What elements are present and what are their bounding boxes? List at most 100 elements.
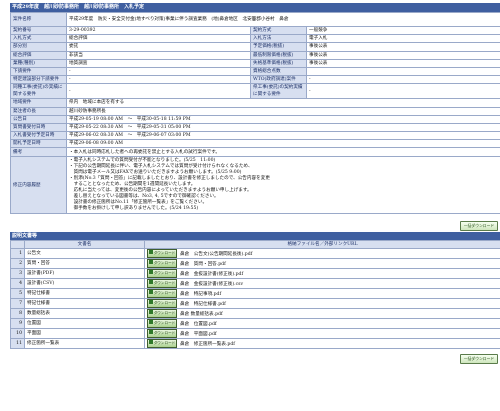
download-icon bbox=[148, 300, 153, 305]
download-label: ダウンロード bbox=[153, 320, 176, 325]
file-link-cell: ダウンロード 鼻倉 公告文(公告期間延長後).pdf bbox=[144, 247, 500, 259]
download-button[interactable]: ダウンロード bbox=[147, 329, 177, 338]
field-value: 総合評価 bbox=[66, 34, 251, 44]
file-name-link[interactable]: 鼻倉 特記仕様書.pdf bbox=[180, 302, 226, 307]
field-label: 同種工事(委託)の実績に関する要件 bbox=[10, 83, 67, 100]
page: 平成29年度 越川砂防事務所 越川砂防事務所 入札予定 案件名称 平成29年度 防… bbox=[10, 3, 500, 365]
download-button[interactable]: ダウンロード bbox=[147, 269, 177, 278]
file-number: 3 bbox=[10, 267, 25, 279]
download-button[interactable]: ダウンロード bbox=[147, 259, 177, 268]
info-row: 発注者の長 越川砂防事務所長 bbox=[10, 106, 500, 116]
info-row: 部分別 委託 予定価格(税抜) 事後公表 bbox=[10, 42, 500, 52]
file-name-link[interactable]: 鼻倉 位置図.pdf bbox=[180, 322, 217, 327]
file-row: 8 数量総括表 ダウンロード 鼻倉 数量総括表.pdf bbox=[10, 307, 500, 319]
file-name-link[interactable]: 鼻倉 金抜設計書(修正後).pdf bbox=[180, 272, 243, 277]
field-value bbox=[305, 66, 500, 77]
file-name-link[interactable]: 鼻倉 特記事項.pdf bbox=[180, 292, 221, 297]
info-row: 開札予定日時 平成29-06-08 09:00 AM bbox=[10, 139, 500, 149]
field-value: - bbox=[305, 75, 500, 85]
field-value: ・本入札は同時応札した者への再委託を禁止とする入札の試行案件です。 bbox=[65, 147, 500, 157]
field-label: 予定価格(税抜) bbox=[250, 42, 307, 52]
info-row: 地域要件 県内 地域に本店を有する bbox=[10, 98, 500, 108]
file-row: 5 特記仕様書 ダウンロード 鼻倉 特記事項.pdf bbox=[10, 287, 500, 299]
download-icon bbox=[148, 250, 153, 255]
info-row: 案件名称 平成29年度 防災・安全交付金(地すべり対策)事業に伴う調査業務 (地)… bbox=[10, 12, 500, 27]
file-name-link[interactable]: 鼻倉 質問・回答.pdf bbox=[180, 262, 226, 267]
files-table: 文書名 格納ファイル名／外部リンクURL 1 公告文 ダウンロード 鼻倉 公告文(公告… bbox=[10, 239, 500, 349]
download-button[interactable]: ダウンロード bbox=[147, 249, 177, 258]
file-name-link[interactable]: 鼻倉 修正箇所一覧表.pdf bbox=[180, 342, 235, 347]
field-label: 公告日 bbox=[10, 114, 67, 124]
field-label: 契約方式 bbox=[250, 25, 307, 36]
file-row: 10 平面図 ダウンロード 鼻倉 平面図.pdf bbox=[10, 327, 500, 339]
file-name-link[interactable]: 鼻倉 数量総括表.pdf bbox=[180, 312, 223, 317]
file-title: 特記仕様書 bbox=[24, 297, 145, 309]
field-label: WTO(政府調達)案件 bbox=[250, 75, 307, 85]
field-value: - bbox=[66, 83, 251, 100]
file-name-link[interactable]: 鼻倉 金抜設計書(修正後).csv bbox=[180, 282, 243, 287]
info-row: 公告日 平成29-05-19 08:00 AM ～ 平成30-05-18 11:5… bbox=[10, 114, 500, 124]
file-title: 設計書(CSV) bbox=[24, 277, 145, 289]
file-number: 11 bbox=[10, 337, 25, 349]
info-row: 業種(種別) 地質調査 失格基準価格(税抜) 事後公表 bbox=[10, 58, 500, 68]
file-title: 修正箇所一覧表 bbox=[24, 337, 145, 349]
info-row: 契約番号 3-29-00392 契約方式 一般競争 bbox=[10, 25, 500, 36]
file-row: 3 設計書(PDF) ダウンロード 鼻倉 金抜設計書(修正後).pdf bbox=[10, 267, 500, 279]
file-title: 数量総括表 bbox=[24, 307, 145, 319]
field-value: 県内 地域に本店を有する bbox=[65, 98, 500, 108]
all-download-button[interactable]: 一括ダウンロード bbox=[460, 220, 498, 231]
file-row: 7 特記仕様書 ダウンロード 鼻倉 特記仕様書.pdf bbox=[10, 297, 500, 309]
all-download-button-bottom[interactable]: 一括ダウンロード bbox=[460, 353, 498, 364]
download-button[interactable]: ダウンロード bbox=[147, 299, 177, 308]
download-icon bbox=[148, 290, 153, 295]
file-row: 2 質問・回答 ダウンロード 鼻倉 質問・回答.pdf bbox=[10, 257, 500, 269]
file-title: 平面図 bbox=[24, 327, 145, 339]
file-number: 8 bbox=[10, 307, 25, 319]
file-link-cell: ダウンロード 鼻倉 平面図.pdf bbox=[144, 327, 500, 339]
field-value: 平成29年度 防災・安全交付金(地すべり対策)事業に伴う調査業務 (地)鼻倉地区… bbox=[65, 12, 500, 27]
file-title: 公告文 bbox=[24, 247, 145, 259]
file-title: 特記仕様書 bbox=[24, 287, 145, 299]
download-icon bbox=[148, 270, 153, 275]
download-button[interactable]: ダウンロード bbox=[147, 339, 177, 348]
field-label: 県工事(委託)の契約実績に関する要件 bbox=[250, 83, 307, 100]
field-label: 下請要件 bbox=[10, 66, 67, 77]
download-label: ダウンロード bbox=[153, 300, 176, 305]
download-label: ダウンロード bbox=[153, 250, 176, 255]
file-title: 質問・回答 bbox=[24, 257, 145, 269]
download-button[interactable]: ダウンロード bbox=[147, 319, 177, 328]
field-label: 最低制限価格(税抜) bbox=[250, 50, 307, 60]
info-row: 特定建設部分下請要件 - WTO(政府調達)案件 - bbox=[10, 75, 500, 85]
download-icon bbox=[148, 340, 153, 345]
file-number: 7 bbox=[10, 297, 25, 309]
download-label: ダウンロード bbox=[153, 340, 176, 345]
download-label: ダウンロード bbox=[153, 330, 176, 335]
download-icon bbox=[148, 310, 153, 315]
file-link-cell: ダウンロード 鼻倉 修正箇所一覧表.pdf bbox=[144, 337, 500, 349]
files-section-title: 説明文書等 bbox=[10, 231, 500, 240]
revision-row: 修正内容履歴 ・電子入札システムでの質問受付が不能となりました。(5/25 11:… bbox=[10, 155, 500, 214]
field-value: 地質調査 bbox=[66, 58, 251, 68]
field-label: 地域要件 bbox=[10, 98, 67, 108]
file-link-cell: ダウンロード 鼻倉 特記仕様書.pdf bbox=[144, 297, 500, 309]
download-label: ダウンロード bbox=[153, 260, 176, 265]
file-number: 9 bbox=[10, 317, 25, 329]
download-button[interactable]: ダウンロード bbox=[147, 279, 177, 288]
file-number: 2 bbox=[10, 257, 25, 269]
file-number: 5 bbox=[10, 287, 25, 299]
field-label: 特定建設部分下請要件 bbox=[10, 75, 67, 85]
download-label: ダウンロード bbox=[153, 290, 176, 295]
file-name-link[interactable]: 鼻倉 公告文(公告期間延長後).pdf bbox=[180, 252, 252, 257]
revision-label: 修正内容履歴 bbox=[10, 155, 67, 214]
info-row: 同種工事(委託)の実績に関する要件 - 県工事(委託)の契約実績に関する要件 - bbox=[10, 83, 500, 100]
download-button[interactable]: ダウンロード bbox=[147, 289, 177, 298]
file-number: 1 bbox=[10, 247, 25, 259]
file-name-link[interactable]: 鼻倉 平面図.pdf bbox=[180, 332, 217, 337]
file-link-cell: ダウンロード 鼻倉 特記事項.pdf bbox=[144, 287, 500, 299]
file-number: 4 bbox=[10, 277, 25, 289]
revision-line: 御手数をお掛けして申し訳ありませんでした。(5/24 19:55) bbox=[69, 205, 199, 211]
field-value: - bbox=[66, 75, 251, 85]
info-row: 質問書受付日時 平成29-05-22 08:30 AM ～ 平成29-05-31 … bbox=[10, 122, 500, 133]
field-label: 備考 bbox=[10, 147, 67, 157]
download-button[interactable]: ダウンロード bbox=[147, 309, 177, 318]
